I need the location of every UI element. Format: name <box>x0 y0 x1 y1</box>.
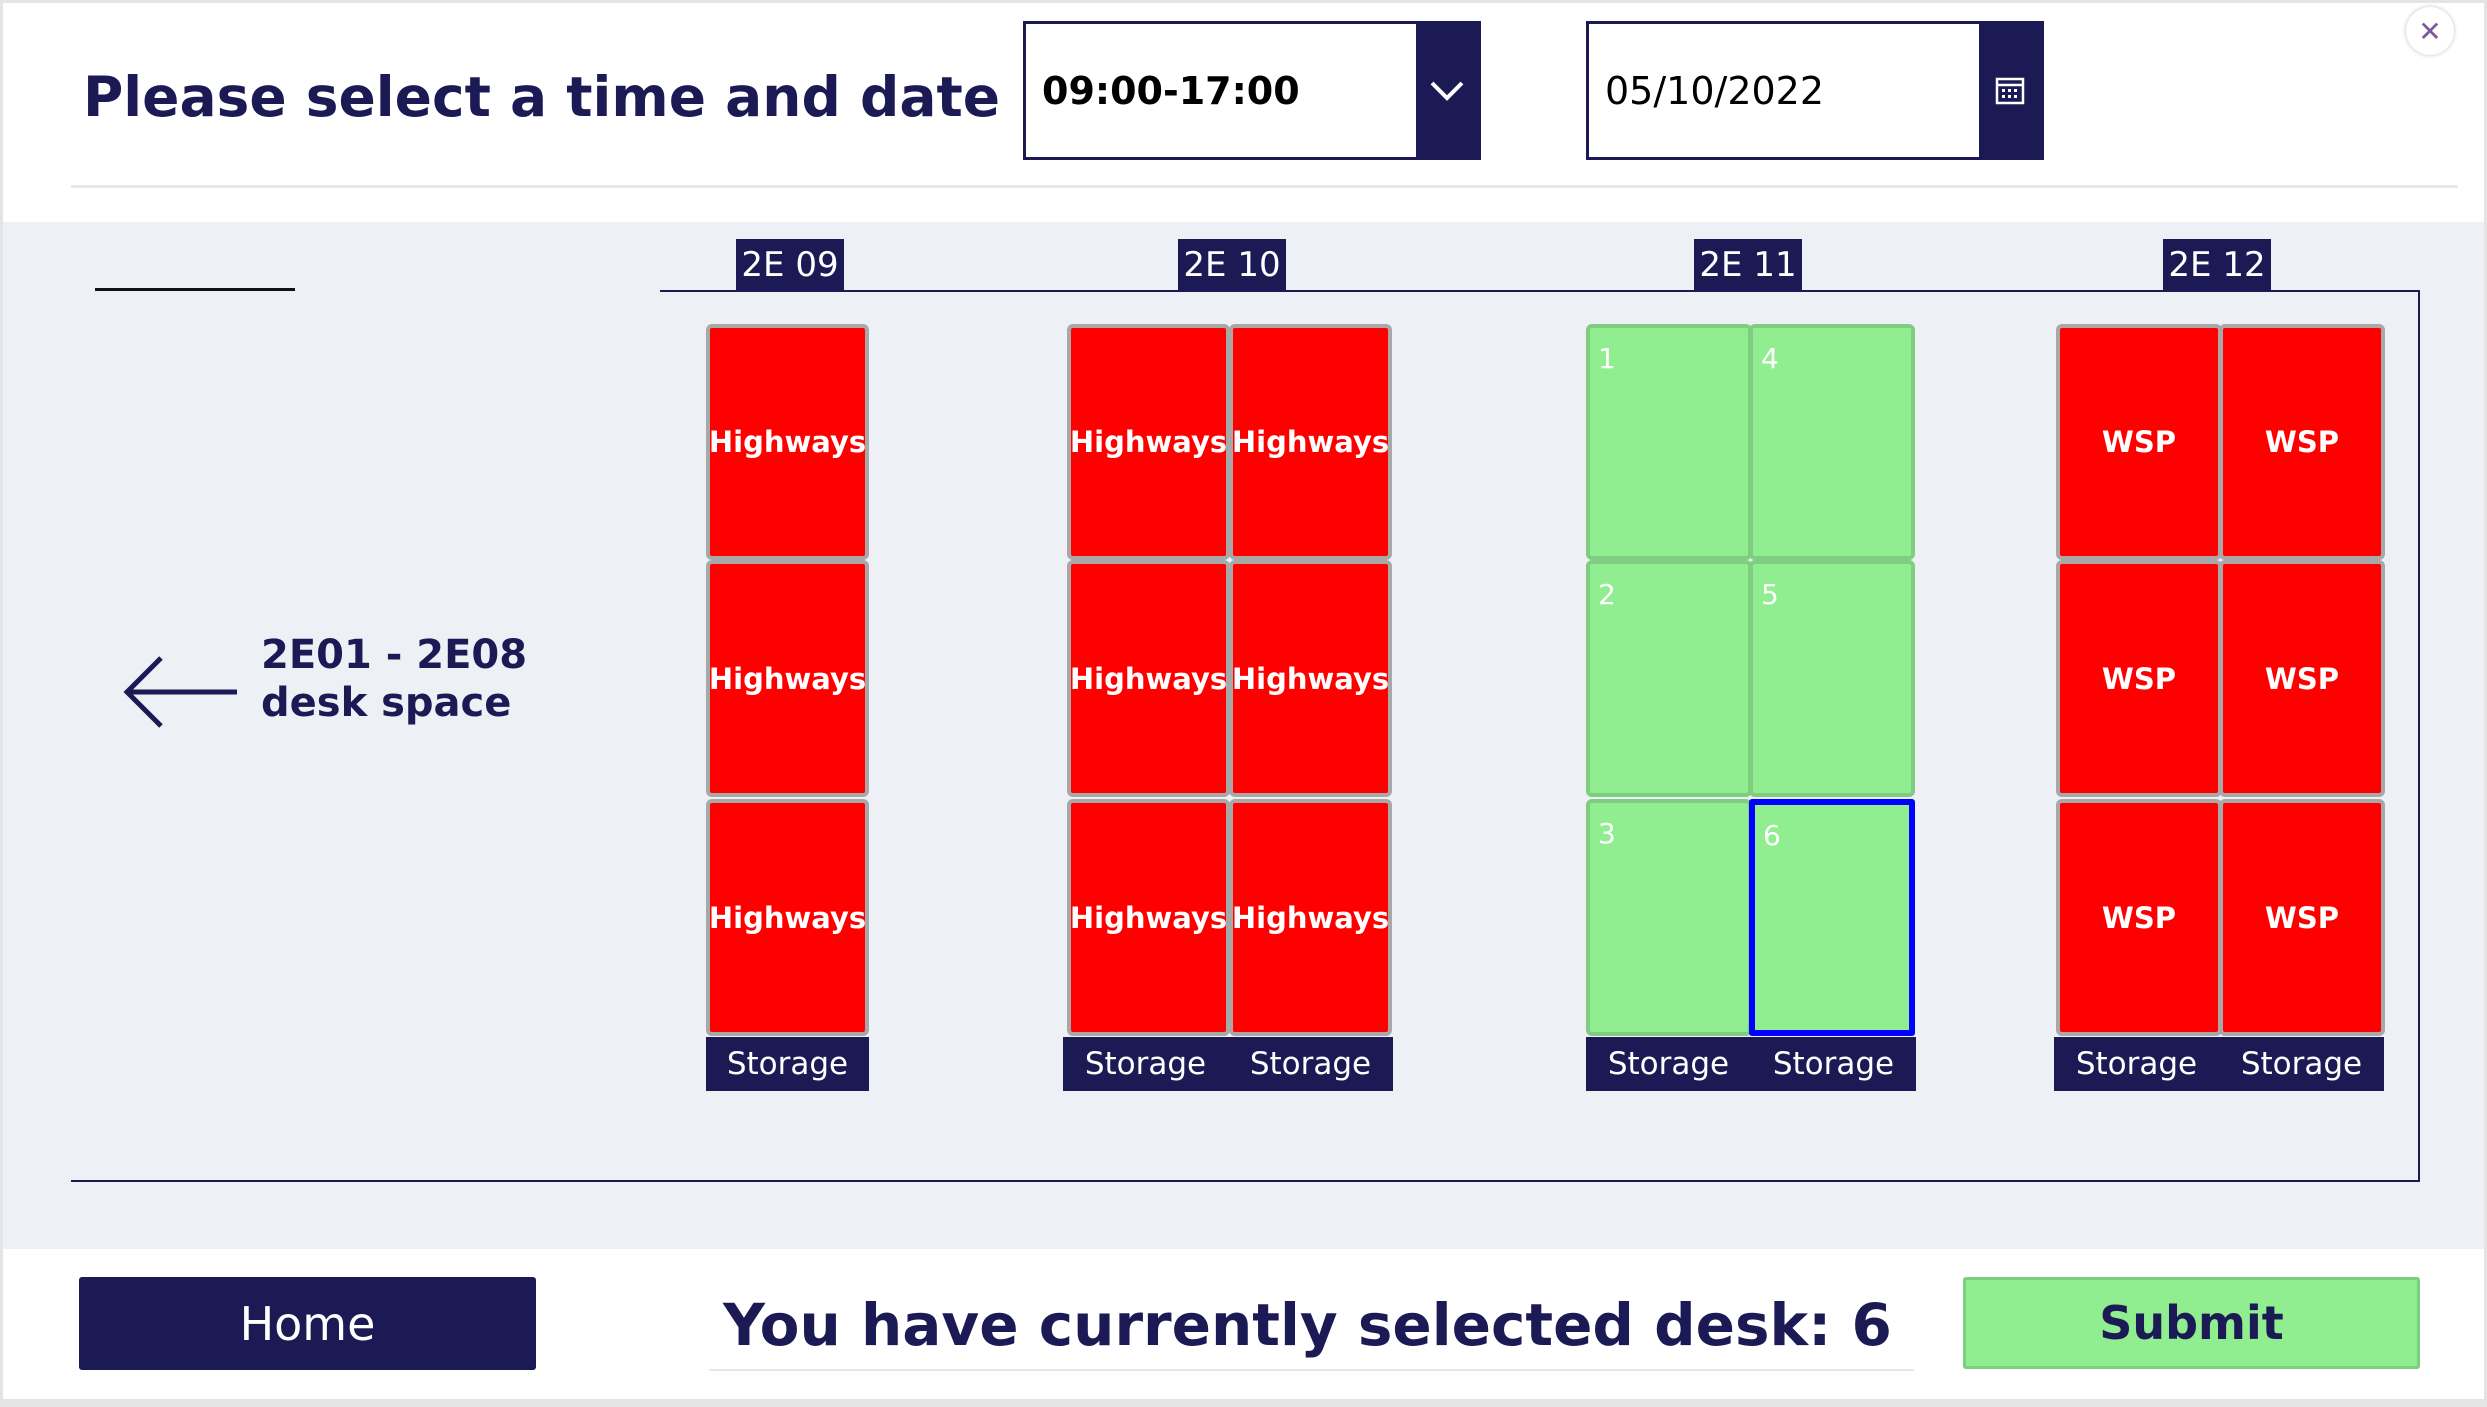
storage-label: Storage <box>2219 1037 2384 1091</box>
storage-label: Storage <box>2054 1037 2219 1091</box>
desk-label: WSP <box>2264 661 2340 696</box>
map-frame-right <box>2418 290 2420 1182</box>
desk-2e-12-booked[interactable]: WSP <box>2056 560 2222 797</box>
page: Please select a time and date 09:00-17:0… <box>3 3 2484 1399</box>
header-divider <box>71 185 2458 188</box>
selected-text-underline <box>709 1369 1914 1371</box>
storage-label: Storage <box>1063 1037 1228 1091</box>
desk-2e-10-booked[interactable]: Highways <box>1067 324 1230 560</box>
desk-label: Highways <box>1231 661 1390 696</box>
desk-2e-09-booked[interactable]: Highways <box>706 560 869 797</box>
desk-2e-10-booked[interactable]: Highways <box>1229 560 1392 797</box>
desk-map: 2E01 - 2E08 desk space 2E 09 Highways High… <box>3 222 2484 1249</box>
nav-link-2e01-2e08[interactable]: 2E01 - 2E08 desk space <box>261 631 527 727</box>
desk-label: WSP <box>2101 661 2177 696</box>
desk-number: 5 <box>1761 578 1779 611</box>
column-label-2e-09: 2E 09 <box>736 239 844 291</box>
nav-label-line1: 2E01 - 2E08 <box>261 632 528 678</box>
desk-number: 3 <box>1598 817 1616 850</box>
desk-2e-12-booked[interactable]: WSP <box>2219 799 2385 1036</box>
storage-label: Storage <box>1586 1037 1751 1091</box>
chevron-down-icon[interactable] <box>1416 24 1478 157</box>
desk-2e-11-available-selected[interactable]: 6 <box>1749 799 1915 1036</box>
storage-label: Storage <box>1228 1037 1393 1091</box>
desk-2e-12-booked[interactable]: WSP <box>2056 324 2222 560</box>
desk-label: WSP <box>2101 425 2177 459</box>
storage-label: Storage <box>706 1037 869 1091</box>
desk-2e-11-available[interactable]: 3 <box>1586 799 1752 1036</box>
date-picker[interactable]: 05/10/2022 <box>1586 21 2044 160</box>
desk-label: Highways <box>1069 900 1228 935</box>
desk-number: 1 <box>1598 342 1616 375</box>
desk-2e-09-booked[interactable]: Highways <box>706 799 869 1036</box>
submit-button[interactable]: Submit <box>1963 1277 2420 1369</box>
desk-label: WSP <box>2264 900 2340 935</box>
column-label-2e-10: 2E 10 <box>1178 239 1286 291</box>
home-button[interactable]: Home <box>79 1277 536 1370</box>
desk-label: Highways <box>708 900 867 935</box>
time-value: 09:00-17:00 <box>1042 68 1300 113</box>
desk-2e-12-booked[interactable]: WSP <box>2219 560 2385 797</box>
close-button[interactable]: ✕ <box>2406 7 2454 55</box>
desk-number: 6 <box>1763 819 1781 852</box>
desk-2e-11-available[interactable]: 5 <box>1749 560 1915 797</box>
desk-2e-10-booked[interactable]: Highways <box>1067 799 1230 1036</box>
header: Please select a time and date 09:00-17:0… <box>3 3 2484 222</box>
nav-label-line2: desk space <box>261 680 512 726</box>
desk-2e-10-booked[interactable]: Highways <box>1229 324 1392 560</box>
map-frame-bottom <box>71 1180 2420 1182</box>
selected-desk-text: You have currently selected desk: 6 <box>723 1291 1892 1359</box>
desk-label: Highways <box>1231 900 1390 935</box>
desk-number: 4 <box>1761 342 1779 375</box>
desk-label: Highways <box>708 661 867 696</box>
desk-2e-12-booked[interactable]: WSP <box>2219 324 2385 560</box>
calendar-icon[interactable] <box>1979 24 2041 157</box>
desk-2e-11-available[interactable]: 4 <box>1749 324 1915 560</box>
desk-label: Highways <box>1069 661 1228 696</box>
arrow-left-icon[interactable] <box>121 654 241 734</box>
date-value: 05/10/2022 <box>1605 68 1825 113</box>
desk-2e-11-available[interactable]: 1 <box>1586 324 1752 560</box>
column-label-2e-12: 2E 12 <box>2163 239 2271 291</box>
desk-label: WSP <box>2264 425 2340 459</box>
desk-label: Highways <box>1069 425 1228 459</box>
desk-2e-12-booked[interactable]: WSP <box>2056 799 2222 1036</box>
column-label-2e-11: 2E 11 <box>1694 239 1802 291</box>
page-title: Please select a time and date <box>83 65 1001 129</box>
desk-2e-10-booked[interactable]: Highways <box>1229 799 1392 1036</box>
desk-label: WSP <box>2101 900 2177 935</box>
storage-label: Storage <box>1751 1037 1916 1091</box>
divider <box>95 288 295 291</box>
time-dropdown[interactable]: 09:00-17:00 <box>1023 21 1481 160</box>
map-frame-top <box>660 290 2420 292</box>
desk-label: Highways <box>1231 425 1390 459</box>
desk-label: Highways <box>708 425 867 459</box>
close-icon: ✕ <box>2418 14 2442 48</box>
footer: Home You have currently selected desk: 6… <box>3 1249 2484 1399</box>
desk-2e-11-available[interactable]: 2 <box>1586 560 1752 797</box>
desk-2e-09-booked[interactable]: Highways <box>706 324 869 560</box>
desk-2e-10-booked[interactable]: Highways <box>1067 560 1230 797</box>
desk-number: 2 <box>1598 578 1616 611</box>
